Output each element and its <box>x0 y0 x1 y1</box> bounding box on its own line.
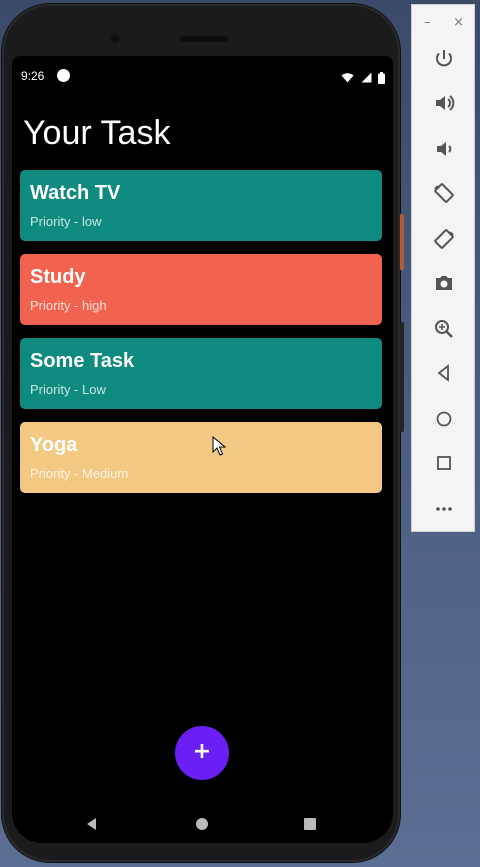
signal-icon <box>361 72 372 83</box>
task-priority: Priority - Low <box>30 382 106 397</box>
minimize-button[interactable]: – <box>424 15 431 31</box>
task-name: Yoga <box>30 434 78 456</box>
back-icon[interactable] <box>432 361 456 385</box>
volume-up-icon[interactable] <box>432 91 456 115</box>
rotate-left-icon[interactable] <box>432 181 456 205</box>
more-icon[interactable] <box>432 497 456 521</box>
window-controls: – × <box>422 15 466 31</box>
task-card[interactable]: Yoga Priority - Medium <box>20 422 382 493</box>
camera-icon[interactable] <box>432 271 456 295</box>
emulator-toolbar: – × <box>411 4 475 532</box>
home-icon[interactable] <box>192 814 212 834</box>
rotate-right-icon[interactable] <box>432 227 456 251</box>
volume-down-icon[interactable] <box>432 137 456 161</box>
task-name: Some Task <box>30 350 135 372</box>
status-time: 9:26 <box>21 69 45 83</box>
device-screen: 9:26 Your Task Watch TV Priority - low S… <box>12 56 393 843</box>
home-icon[interactable] <box>432 407 456 431</box>
task-priority: Priority - Medium <box>30 466 129 481</box>
earpiece-speaker <box>180 36 228 42</box>
task-name: Study <box>30 266 86 288</box>
task-card[interactable]: Watch TV Priority - low <box>20 170 382 241</box>
battery-icon <box>378 71 385 84</box>
notification-icon <box>57 69 70 82</box>
close-button[interactable]: × <box>453 15 464 31</box>
back-icon[interactable] <box>82 814 102 834</box>
add-task-button[interactable]: + <box>175 726 229 780</box>
volume-side-button <box>400 322 404 432</box>
zoom-icon[interactable] <box>432 317 456 341</box>
mouse-cursor-icon <box>212 436 226 456</box>
task-priority: Priority - high <box>30 298 107 313</box>
task-priority: Priority - low <box>30 214 102 229</box>
task-name: Watch TV <box>30 182 121 204</box>
power-side-button <box>400 214 404 270</box>
status-icons <box>339 69 385 87</box>
wifi-icon <box>341 73 354 83</box>
task-list: Watch TV Priority - low Study Priority -… <box>20 170 382 506</box>
status-bar: 9:26 <box>21 66 385 86</box>
task-card[interactable]: Some Task Priority - Low <box>20 338 382 409</box>
recents-icon[interactable] <box>300 814 320 834</box>
front-camera <box>110 34 120 44</box>
phone-frame: 9:26 Your Task Watch TV Priority - low S… <box>2 4 404 862</box>
power-icon[interactable] <box>432 47 456 71</box>
overview-icon[interactable] <box>432 451 456 475</box>
task-card[interactable]: Study Priority - high <box>20 254 382 325</box>
navigation-bar <box>12 808 393 843</box>
page-title: Your Task <box>23 114 171 152</box>
